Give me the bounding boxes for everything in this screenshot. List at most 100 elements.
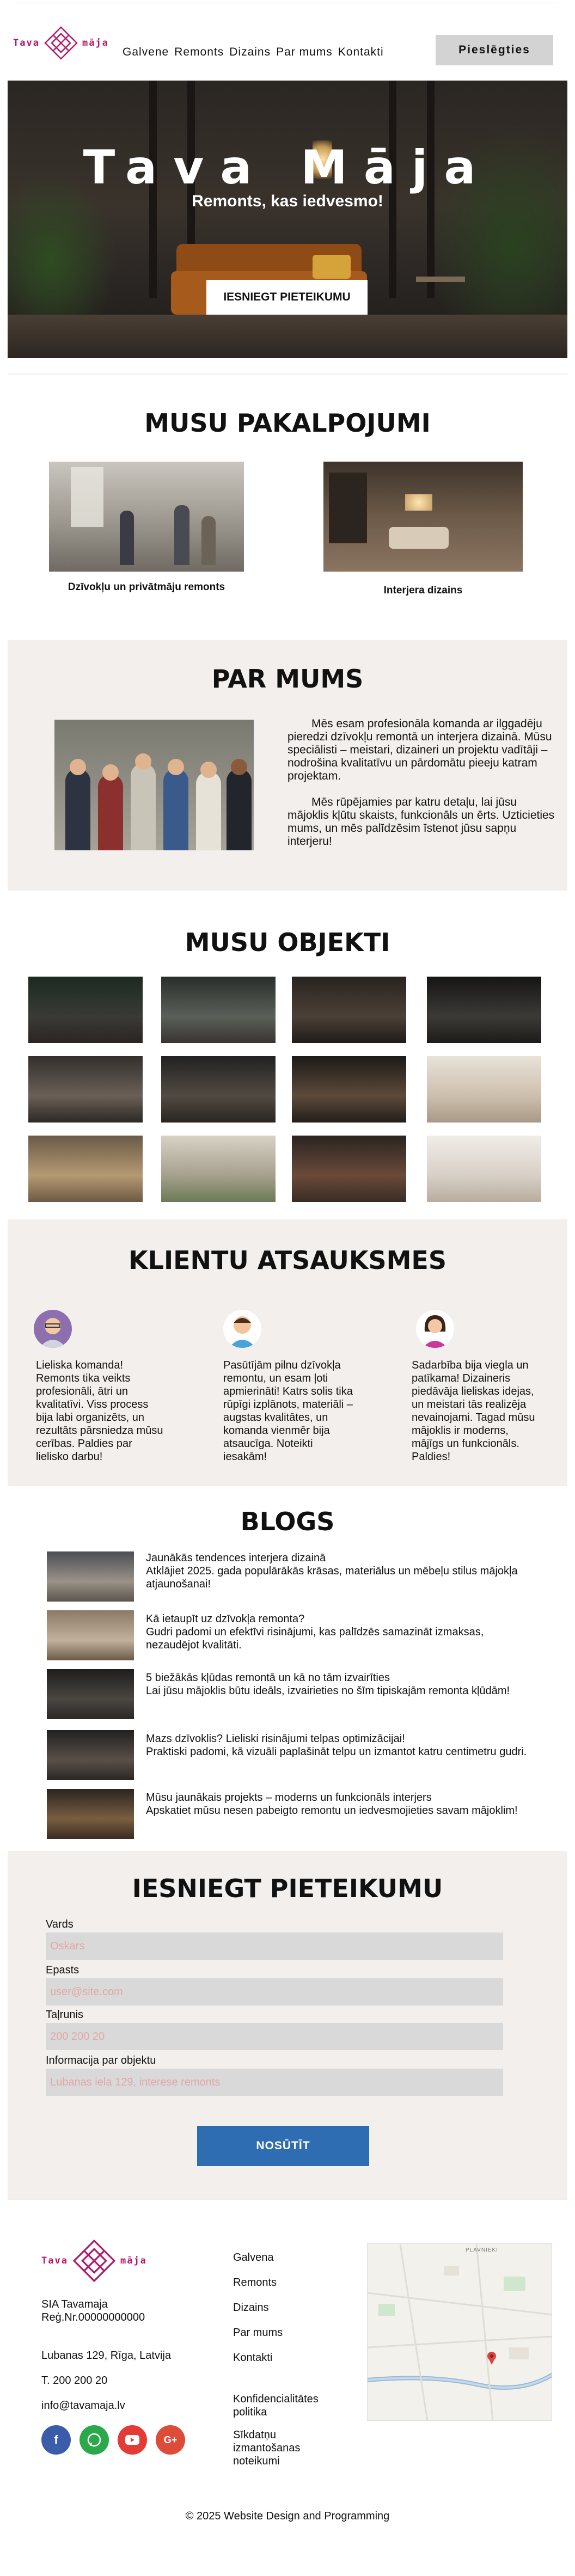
footer-link-privacy[interactable]: Konfidencialitātes politika xyxy=(233,2393,342,2419)
object-photo[interactable] xyxy=(28,977,143,1043)
blog-thumbnail[interactable] xyxy=(47,1551,134,1602)
location-map[interactable]: PLAVNIEKI xyxy=(367,2243,552,2421)
copyright-text: © 2025 Website Design and Programming xyxy=(185,2510,390,2522)
company-phone[interactable]: T. 200 200 20 xyxy=(41,2374,107,2387)
nav-remonts[interactable]: Remonts xyxy=(174,46,224,59)
object-photo[interactable] xyxy=(28,1056,143,1123)
floor-image xyxy=(8,315,567,358)
site-footer: Tava māja SIA Tavamaja Reģ.Nr.0000000000… xyxy=(8,2199,567,2576)
nav-par-mums[interactable]: Par mums xyxy=(276,46,333,59)
about-section: PAR MUMS Mēs esam profesionāla komanda a… xyxy=(8,640,567,891)
object-photo[interactable] xyxy=(28,1136,143,1202)
google-plus-icon[interactable]: G+ xyxy=(156,2425,185,2455)
object-photo[interactable] xyxy=(161,1136,276,1202)
map-area-label: PLAVNIEKI xyxy=(466,2247,498,2253)
submit-button[interactable]: NOSŪTĪT xyxy=(197,2126,369,2166)
review-text: Pasūtījām pilnu dzīvokļa remontu, un esa… xyxy=(223,1359,353,1463)
blog-heading[interactable]: Mazs dzīvoklis? Lieliski risinājumi telp… xyxy=(146,1732,538,1745)
object-info-input[interactable] xyxy=(46,2069,503,2096)
object-photo[interactable] xyxy=(427,977,541,1043)
login-button[interactable]: Pieslēgties xyxy=(436,35,553,65)
logo[interactable]: Tava māja xyxy=(13,25,109,61)
blog-heading[interactable]: 5 biežākās kļūdas remontā un kā no tām i… xyxy=(146,1671,538,1684)
youtube-icon[interactable] xyxy=(118,2425,147,2455)
footer-link-par-mums[interactable]: Par mums xyxy=(233,2326,283,2339)
object-photo[interactable] xyxy=(292,1056,406,1123)
blog-entry[interactable]: Mūsu jaunākais projekts – moderns un fun… xyxy=(146,1791,538,1817)
object-photo[interactable] xyxy=(292,977,406,1043)
blog-thumbnail[interactable] xyxy=(47,1669,134,1719)
review-text: Lieliska komanda! Remonts tika veikts pr… xyxy=(36,1359,163,1463)
company-reg: Reģ.Nr.00000000000 xyxy=(41,2311,145,2323)
blog-heading[interactable]: Jaunākās tendences interjera dizainā xyxy=(146,1551,538,1565)
footer-link-kontakti[interactable]: Kontakti xyxy=(233,2351,272,2364)
about-title: PAR MUMS xyxy=(211,664,364,694)
about-paragraph: Mēs esam profesionāla komanda ar ilggadē… xyxy=(288,717,552,782)
blog-heading[interactable]: Mūsu jaunākais projekts – moderns un fun… xyxy=(146,1791,538,1804)
team-member-head xyxy=(231,759,247,775)
team-member xyxy=(131,763,156,850)
hero-title: Tava Māja xyxy=(83,140,492,195)
footer-logo[interactable]: Tava māja xyxy=(41,2238,147,2284)
hero-cta-button[interactable]: IESNIEGT PIETEIKUMU xyxy=(206,280,368,315)
team-member xyxy=(227,769,252,850)
blog-entry[interactable]: Kā ietaupīt uz dzīvokļa remonta? Gudri p… xyxy=(146,1612,538,1652)
form-title: IESNIEGT PIETEIKUMU xyxy=(132,1874,443,1903)
team-member-head xyxy=(200,762,217,778)
service-caption-renovation[interactable]: Dzīvokļu un privātmāju remonts xyxy=(49,581,244,593)
services-title: MUSU PAKALPOJUMI xyxy=(144,408,431,438)
phone-input[interactable] xyxy=(46,2023,503,2050)
blog-summary: Apskatiet mūsu nesen pabeigto remontu un… xyxy=(146,1805,518,1817)
email-label: Epasts xyxy=(46,1964,79,1976)
company-name: SIA Tavamaja xyxy=(41,2298,108,2310)
service-image-design[interactable] xyxy=(323,462,523,572)
blog-entry[interactable]: 5 biežākās kļūdas remontā un kā no tām i… xyxy=(146,1671,538,1697)
about-text: Mēs esam profesionāla komanda ar ilggadē… xyxy=(288,717,560,861)
object-photo[interactable] xyxy=(292,1136,406,1202)
services-section: MUSU PAKALPOJUMI Dzīvokļu un privātmāju … xyxy=(8,373,567,629)
service-image-renovation[interactable] xyxy=(49,462,244,572)
footer-logo-text-left: Tava xyxy=(41,2255,68,2266)
nav-kontakti[interactable]: Kontakti xyxy=(338,46,384,59)
blog-entry[interactable]: Mazs dzīvoklis? Lieliski risinājumi telp… xyxy=(146,1732,538,1758)
blogs-section: BLOGS Jaunākās tendences interjera dizai… xyxy=(8,1501,567,1850)
team-member-head xyxy=(135,753,151,770)
blog-thumbnail[interactable] xyxy=(47,1610,134,1660)
blog-entry[interactable]: Jaunākās tendences interjera dizainā Atk… xyxy=(146,1551,538,1591)
reviewer-avatar xyxy=(416,1310,454,1348)
footer-link-dizains[interactable]: Dizains xyxy=(233,2301,269,2314)
object-photo[interactable] xyxy=(427,1056,541,1123)
whatsapp-icon[interactable] xyxy=(79,2425,109,2455)
blog-summary: Gudri padomi un efektīvi risinājumi, kas… xyxy=(146,1626,484,1651)
footer-logo-text-right: māja xyxy=(120,2255,147,2266)
name-input[interactable] xyxy=(46,1933,503,1960)
object-photo[interactable] xyxy=(161,977,276,1043)
cushion-image xyxy=(313,255,351,279)
footer-logo-diamond-icon xyxy=(72,2239,116,2283)
footer-link-remonts[interactable]: Remonts xyxy=(233,2276,277,2289)
footer-link-cookies[interactable]: Sīkdatņu izmantošanas noteikumi xyxy=(233,2428,342,2468)
team-member-head xyxy=(168,759,184,775)
facebook-icon[interactable]: f xyxy=(41,2425,71,2455)
footer-link-galvena[interactable]: Galvena xyxy=(233,2251,274,2264)
nav-dizains[interactable]: Dizains xyxy=(229,46,271,59)
team-member xyxy=(196,771,221,850)
company-email[interactable]: info@tavamaja.lv xyxy=(41,2399,125,2412)
name-label: Vards xyxy=(46,1918,74,1930)
main-nav: Galvene Remonts Dizains Par mums Kontakt… xyxy=(123,46,384,59)
objects-title: MUSU OBJEKTI xyxy=(185,928,390,957)
team-member-head xyxy=(70,759,86,775)
blog-heading[interactable]: Kā ietaupīt uz dzīvokļa remonta? xyxy=(146,1612,538,1626)
team-member-head xyxy=(102,764,119,781)
logo-diamond-icon xyxy=(44,26,78,60)
nav-galvene[interactable]: Galvene xyxy=(123,46,169,59)
about-paragraph: Mēs rūpējamies par katru detaļu, lai jūs… xyxy=(288,796,555,848)
object-photo[interactable] xyxy=(427,1136,541,1202)
blog-thumbnail[interactable] xyxy=(47,1730,134,1780)
blog-thumbnail[interactable] xyxy=(47,1789,134,1839)
objects-section: MUSU OBJEKTI xyxy=(8,905,567,1210)
object-photo[interactable] xyxy=(161,1056,276,1123)
service-caption-design[interactable]: Interjera dizains xyxy=(323,585,523,597)
email-input[interactable] xyxy=(46,1978,503,2005)
blogs-title: BLOGS xyxy=(240,1507,335,1536)
